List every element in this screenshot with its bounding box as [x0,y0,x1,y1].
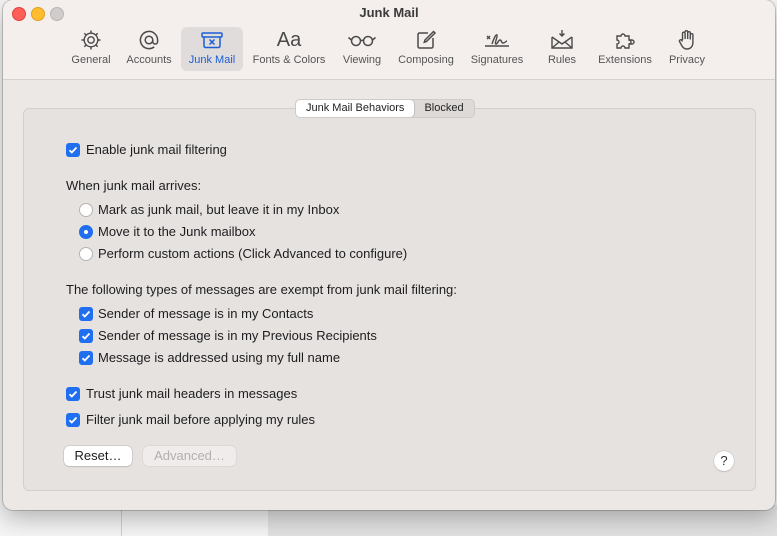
help-button[interactable]: ? [714,451,734,471]
exempt-contacts-checkbox[interactable] [79,307,93,321]
radio-move-to-junk-label: Move it to the Junk mailbox [98,224,256,239]
exempt-full-name-checkbox[interactable] [79,351,93,365]
toolbar-label-signatures: Signatures [470,54,524,66]
signature-icon [482,27,512,53]
checkmark-icon [68,146,78,154]
tab-blocked[interactable]: Blocked [414,100,473,117]
junk-tray-icon [199,27,225,53]
toolbar-label-viewing: Viewing [342,54,382,66]
toolbar-item-privacy[interactable]: Privacy [663,27,711,71]
toolbar-item-general[interactable]: General [67,27,115,71]
radio-mark-as-junk[interactable] [79,203,93,217]
checkmark-icon [81,354,91,362]
filter-before-rules-label: Filter junk mail before applying my rule… [86,412,316,427]
checkmark-icon [81,332,91,340]
trust-headers-checkbox[interactable] [66,387,80,401]
font-icon-glyph: Aa [276,29,302,51]
toolbar-label-general: General [71,54,111,66]
exempt-previous-recipients-checkbox[interactable] [79,329,93,343]
advanced-button[interactable]: Advanced… [143,446,236,466]
toolbar-item-junk-mail[interactable]: Junk Mail [181,27,243,71]
toolbar-label-extensions: Extensions [598,54,652,66]
toolbar-label-junk-mail: Junk Mail [188,54,236,66]
arrives-heading: When junk mail arrives: [66,178,202,193]
radio-custom-actions[interactable] [79,247,93,261]
toolbar-label-composing: Composing [398,54,454,66]
radio-mark-as-junk-label: Mark as junk mail, but leave it in my In… [98,202,340,217]
toolbar-label-accounts: Accounts [126,54,172,66]
exempt-heading: The following types of messages are exem… [66,282,457,297]
glasses-icon [347,27,377,53]
settings-panel [23,108,756,491]
exempt-full-name-label: Message is addressed using my full name [98,350,341,365]
compose-icon [414,27,438,53]
rules-icon [549,27,575,53]
toolbar-label-fonts-colors: Fonts & Colors [252,54,326,66]
titlebar: Junk Mail General Accounts Junk Mail Aa … [3,0,775,80]
preferences-toolbar: General Accounts Junk Mail Aa Fonts & Co… [3,27,775,73]
toolbar-item-signatures[interactable]: Signatures [465,27,529,71]
toolbar-label-rules: Rules [547,54,577,66]
toolbar-item-rules[interactable]: Rules [541,27,583,71]
toolbar-item-viewing[interactable]: Viewing [336,27,388,71]
puzzle-icon [612,27,638,53]
checkmark-icon [81,310,91,318]
filter-before-rules-checkbox[interactable] [66,413,80,427]
radio-move-to-junk[interactable] [79,225,93,239]
segmented-tabs: Junk Mail Behaviors Blocked [295,99,475,118]
gear-icon [79,27,103,53]
exempt-contacts-label: Sender of message is in my Contacts [98,306,314,321]
exempt-previous-recipients-label: Sender of message is in my Previous Reci… [98,328,377,343]
enable-filtering-checkbox[interactable] [66,143,80,157]
enable-filtering-label: Enable junk mail filtering [86,142,227,157]
toolbar-item-composing[interactable]: Composing [394,27,458,71]
font-icon: Aa [277,27,301,53]
hand-icon [675,27,699,53]
window-title: Junk Mail [359,5,419,20]
trust-headers-label: Trust junk mail headers in messages [86,386,298,401]
toolbar-item-fonts-colors[interactable]: Aa Fonts & Colors [247,27,331,71]
checkmark-icon [68,390,78,398]
radio-custom-actions-label: Perform custom actions (Click Advanced t… [98,246,408,261]
toolbar-item-accounts[interactable]: Accounts [121,27,177,71]
toolbar-item-extensions[interactable]: Extensions [593,27,657,71]
reset-button[interactable]: Reset… [64,446,132,466]
tab-junk-mail-behaviors[interactable]: Junk Mail Behaviors [296,100,415,117]
toolbar-label-privacy: Privacy [668,54,706,66]
checkmark-icon [68,416,78,424]
at-icon [137,27,161,53]
preferences-window: Junk Mail General Accounts Junk Mail Aa … [3,0,775,510]
